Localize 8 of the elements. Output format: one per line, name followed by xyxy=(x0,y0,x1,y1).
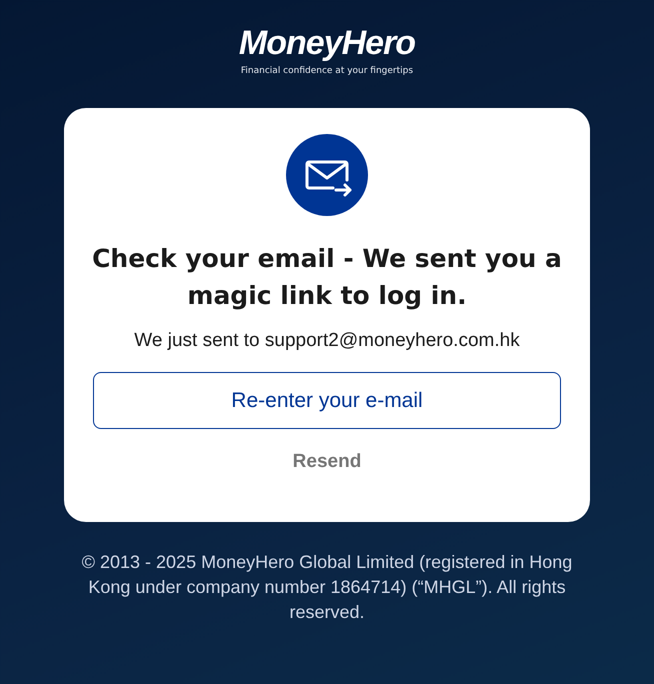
title: Check your email - We sent you a magic link to log in. xyxy=(92,243,562,312)
tagline: Financial confidence at your fingertips xyxy=(240,66,414,76)
copyright-text: © 2013 - 2025 MoneyHero Global Limited (registered in Hong Kong under company number 1864714) (“MHGL”). All rights reserved. xyxy=(80,551,574,624)
re-enter-email-button[interactable]: Re-enter your e-mail xyxy=(93,372,561,429)
sent-message: We just sent to support2@moneyhero.com.hk xyxy=(134,330,520,352)
email-send-icon xyxy=(286,134,368,216)
resend-link[interactable]: Resend xyxy=(292,451,362,473)
logo: MoneyHero xyxy=(238,26,416,60)
